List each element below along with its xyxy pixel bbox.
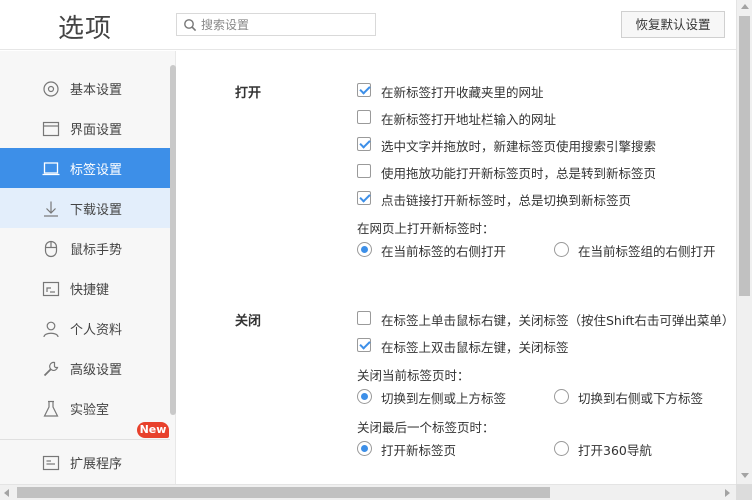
header: 选项 恢复默认设置 [0, 0, 736, 50]
sidebar-item-label: 高级设置 [70, 363, 123, 378]
radio-button[interactable] [357, 441, 372, 456]
sidebar-item-label: 个人资料 [70, 323, 123, 338]
checkbox[interactable] [357, 137, 371, 151]
search-input[interactable] [201, 16, 371, 33]
open-position-label: 在网页上打开新标签时： [357, 221, 495, 236]
window-icon [42, 121, 60, 137]
sidebar-item-label: 标签设置 [70, 163, 123, 178]
scroll-left-icon[interactable] [4, 489, 9, 497]
sidebar-item-basic[interactable]: 基本设置 [0, 68, 170, 108]
mouse-icon [44, 240, 58, 258]
sidebar-divider [0, 439, 170, 440]
radio-button[interactable] [554, 441, 569, 456]
sidebar-item-label: 鼠标手势 [70, 243, 123, 258]
sidebar-item-tabs[interactable]: 标签设置 [0, 148, 170, 188]
option-label: 在新标签打开收藏夹里的网址 [381, 85, 544, 100]
checkbox[interactable] [357, 191, 371, 205]
option-label: 在标签上双击鼠标左键，关闭标签 [381, 340, 569, 355]
sidebar: 基本设置 界面设置 标签设置 下载设置 鼠标手势 快捷键 个人资料 高级设置 实… [0, 51, 176, 484]
radio-button[interactable] [554, 389, 569, 404]
option-label: 在标签上单击鼠标右键，关闭标签（按住Shift右击可弹出菜单） [381, 313, 735, 328]
checkbox[interactable] [357, 110, 371, 124]
sidebar-item-mouse-gesture[interactable]: 鼠标手势 [0, 228, 170, 268]
radio-label: 切换到右侧或下方标签 [578, 391, 704, 406]
sidebar-item-label: 下载设置 [70, 203, 123, 218]
extension-icon [42, 455, 60, 471]
option-label: 选中文字并拖放时，新建标签页使用搜索引擎搜索 [381, 139, 657, 154]
sidebar-item-advanced[interactable]: 高级设置 [0, 348, 170, 388]
horizontal-scrollbar[interactable] [0, 484, 736, 500]
reset-defaults-button[interactable]: 恢复默认设置 [621, 11, 725, 38]
option-label: 点击链接打开新标签时，总是切换到新标签页 [381, 193, 632, 208]
scroll-down-icon[interactable] [741, 473, 749, 478]
checkbox[interactable] [357, 83, 371, 97]
radio-button[interactable] [357, 389, 372, 404]
sidebar-item-profile[interactable]: 个人资料 [0, 308, 170, 348]
shortcut-icon [42, 281, 60, 297]
radio-label: 切换到左侧或上方标签 [381, 391, 507, 406]
wrench-icon [43, 361, 59, 377]
radio-label: 打开360导航 [578, 443, 652, 458]
gear-circle-icon [43, 81, 59, 97]
option-label: 在新标签打开地址栏输入的网址 [381, 112, 557, 127]
tab-icon [42, 162, 60, 176]
search-icon [184, 19, 197, 32]
close-last-label: 关闭最后一个标签页时： [357, 420, 495, 435]
new-badge: New [137, 422, 169, 438]
checkbox[interactable] [357, 338, 371, 352]
flask-icon [43, 400, 59, 417]
sidebar-item-extensions[interactable]: 扩展程序 [0, 442, 170, 482]
sidebar-item-download[interactable]: 下载设置 [0, 188, 170, 228]
sidebar-item-label: 基本设置 [70, 83, 123, 98]
sidebar-item-label: 快捷键 [70, 283, 110, 298]
sidebar-item-shortcuts[interactable]: 快捷键 [0, 268, 170, 308]
sidebar-item-label: 界面设置 [70, 123, 123, 138]
radio-button[interactable] [357, 242, 372, 257]
scroll-right-icon[interactable] [725, 489, 730, 497]
section-title-close: 关闭 [235, 314, 262, 329]
sidebar-item-label: 实验室 [70, 403, 110, 418]
option-label: 使用拖放功能打开新标签页时，总是转到新标签页 [381, 166, 657, 181]
vertical-scrollbar[interactable] [736, 0, 752, 484]
radio-label: 在当前标签组的右侧打开 [578, 244, 716, 259]
checkbox[interactable] [357, 311, 371, 325]
section-title-open: 打开 [235, 86, 262, 101]
download-icon [44, 201, 58, 217]
scroll-up-icon[interactable] [741, 4, 749, 9]
close-current-label: 关闭当前标签页时： [357, 368, 470, 383]
person-icon [43, 321, 59, 338]
sidebar-item-interface[interactable]: 界面设置 [0, 108, 170, 148]
checkbox[interactable] [357, 164, 371, 178]
options-page: 选项 恢复默认设置 基本设置 界面设置 [0, 0, 752, 500]
horizontal-scroll-thumb[interactable] [17, 487, 550, 498]
sidebar-scrollbar[interactable] [170, 65, 176, 415]
scrollbar-corner [736, 484, 752, 500]
radio-label: 打开新标签页 [381, 443, 457, 458]
search-box[interactable] [176, 13, 376, 36]
page-title: 选项 [58, 14, 113, 44]
sidebar-item-label: 扩展程序 [70, 457, 123, 472]
radio-button[interactable] [554, 242, 569, 257]
radio-label: 在当前标签的右侧打开 [381, 244, 507, 259]
vertical-scroll-thumb[interactable] [739, 16, 750, 296]
